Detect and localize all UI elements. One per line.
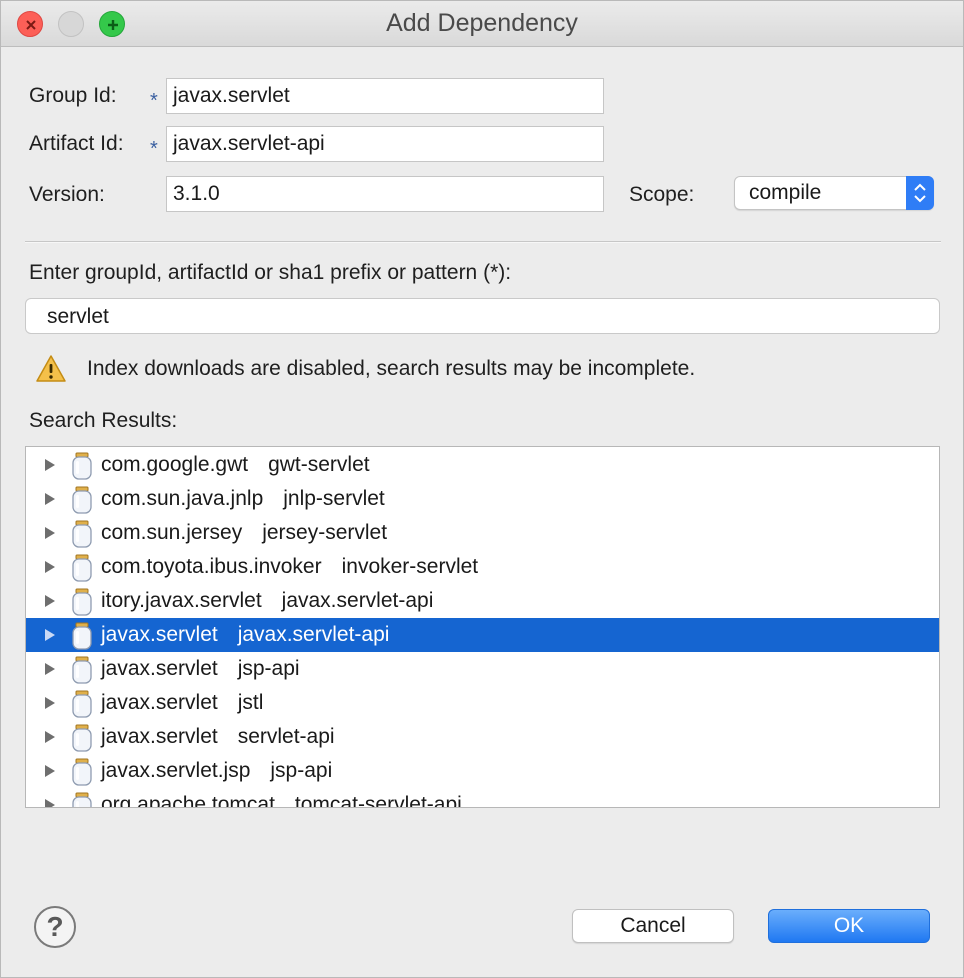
group-id-field[interactable]: javax.servlet bbox=[166, 78, 604, 114]
result-artifact-id: servlet-api bbox=[237, 725, 335, 748]
window-title: Add Dependency bbox=[386, 9, 578, 37]
result-group-id: org.apache.tomcat bbox=[101, 793, 275, 808]
search-result-row[interactable]: org.apache.tomcat tomcat-servlet-api bbox=[26, 788, 939, 808]
search-result-row[interactable]: javax.servlet jsp-api bbox=[26, 652, 939, 686]
jar-icon bbox=[72, 554, 92, 582]
jar-icon bbox=[72, 792, 92, 807]
result-artifact-id: jnlp-servlet bbox=[283, 487, 385, 510]
jar-icon bbox=[72, 622, 92, 650]
help-button[interactable]: ? bbox=[34, 906, 76, 948]
expand-triangle-icon[interactable] bbox=[44, 798, 56, 808]
jar-icon bbox=[72, 452, 92, 480]
result-group-id: itory.javax.servlet bbox=[101, 589, 262, 612]
section-divider bbox=[25, 241, 941, 243]
search-result-row[interactable]: javax.servlet.jsp jsp-api bbox=[26, 754, 939, 788]
artifact-id-label: Artifact Id: bbox=[29, 132, 124, 155]
expand-triangle-icon[interactable] bbox=[44, 730, 56, 744]
result-artifact-id: gwt-servlet bbox=[268, 453, 370, 476]
jar-icon bbox=[72, 486, 92, 514]
expand-triangle-icon[interactable] bbox=[44, 696, 56, 710]
search-result-row[interactable]: com.toyota.ibus.invoker invoker-servlet bbox=[26, 550, 939, 584]
result-artifact-id: jsp-api bbox=[270, 759, 333, 782]
result-group-id: javax.servlet bbox=[101, 725, 218, 748]
cancel-button[interactable]: Cancel bbox=[572, 909, 734, 943]
scope-value: compile bbox=[749, 181, 822, 204]
warning-icon bbox=[36, 355, 66, 382]
group-id-required-marker: * bbox=[150, 90, 158, 112]
index-warning-message: Index downloads are disabled, search res… bbox=[87, 357, 696, 380]
result-artifact-id: tomcat-servlet-api bbox=[294, 793, 462, 808]
result-group-id: com.toyota.ibus.invoker bbox=[101, 555, 322, 578]
search-results-label: Search Results: bbox=[29, 409, 178, 432]
result-artifact-id: invoker-servlet bbox=[341, 555, 479, 578]
result-artifact-id: javax.servlet-api bbox=[237, 623, 390, 646]
search-input[interactable]: servlet bbox=[25, 298, 940, 334]
expand-triangle-icon[interactable] bbox=[44, 526, 56, 540]
search-result-row[interactable]: com.sun.jersey jersey-servlet bbox=[26, 516, 939, 550]
jar-icon bbox=[72, 758, 92, 786]
result-group-id: com.google.gwt bbox=[101, 453, 249, 476]
title-bar: Add Dependency bbox=[1, 1, 963, 47]
jar-icon bbox=[72, 690, 92, 718]
updown-chevron-icon bbox=[914, 183, 926, 203]
group-id-label: Group Id: bbox=[29, 84, 117, 107]
search-prompt-label: Enter groupId, artifactId or sha1 prefix… bbox=[29, 261, 512, 284]
result-artifact-id: jstl bbox=[237, 691, 264, 714]
jar-icon bbox=[72, 656, 92, 684]
expand-triangle-icon[interactable] bbox=[44, 662, 56, 676]
scope-stepper[interactable] bbox=[906, 176, 934, 210]
scope-select[interactable]: compile bbox=[734, 176, 934, 210]
add-dependency-dialog: Add Dependency Group Id: * javax.servlet… bbox=[0, 0, 964, 978]
result-artifact-id: jersey-servlet bbox=[262, 521, 388, 544]
jar-icon bbox=[72, 588, 92, 616]
search-results-tree[interactable]: com.google.gwt gwt-servlet com.sun.java.jn… bbox=[25, 446, 940, 808]
result-group-id: javax.servlet bbox=[101, 623, 218, 646]
artifact-id-required-marker: * bbox=[150, 138, 158, 160]
search-result-row[interactable]: javax.servlet servlet-api bbox=[26, 720, 939, 754]
search-result-row[interactable]: javax.servlet jstl bbox=[26, 686, 939, 720]
result-artifact-id: jsp-api bbox=[237, 657, 300, 680]
expand-triangle-icon[interactable] bbox=[44, 594, 56, 608]
version-field[interactable]: 3.1.0 bbox=[166, 176, 604, 212]
jar-icon bbox=[72, 724, 92, 752]
search-result-row[interactable]: com.google.gwt gwt-servlet bbox=[26, 448, 939, 482]
result-group-id: javax.servlet bbox=[101, 691, 218, 714]
result-group-id: com.sun.jersey bbox=[101, 521, 243, 544]
search-result-row[interactable]: javax.servlet javax.servlet-api bbox=[26, 618, 939, 652]
result-group-id: com.sun.java.jnlp bbox=[101, 487, 264, 510]
jar-icon bbox=[72, 520, 92, 548]
result-group-id: javax.servlet.jsp bbox=[101, 759, 251, 782]
expand-triangle-icon[interactable] bbox=[44, 628, 56, 642]
search-result-row[interactable]: com.sun.java.jnlp jnlp-servlet bbox=[26, 482, 939, 516]
version-label: Version: bbox=[29, 183, 105, 206]
expand-triangle-icon[interactable] bbox=[44, 560, 56, 574]
expand-triangle-icon[interactable] bbox=[44, 764, 56, 778]
result-artifact-id: javax.servlet-api bbox=[281, 589, 434, 612]
expand-triangle-icon[interactable] bbox=[44, 492, 56, 506]
expand-triangle-icon[interactable] bbox=[44, 458, 56, 472]
result-group-id: javax.servlet bbox=[101, 657, 218, 680]
scope-label: Scope: bbox=[629, 183, 695, 206]
search-result-row[interactable]: itory.javax.servlet javax.servlet-api bbox=[26, 584, 939, 618]
ok-button[interactable]: OK bbox=[768, 909, 930, 943]
artifact-id-field[interactable]: javax.servlet-api bbox=[166, 126, 604, 162]
